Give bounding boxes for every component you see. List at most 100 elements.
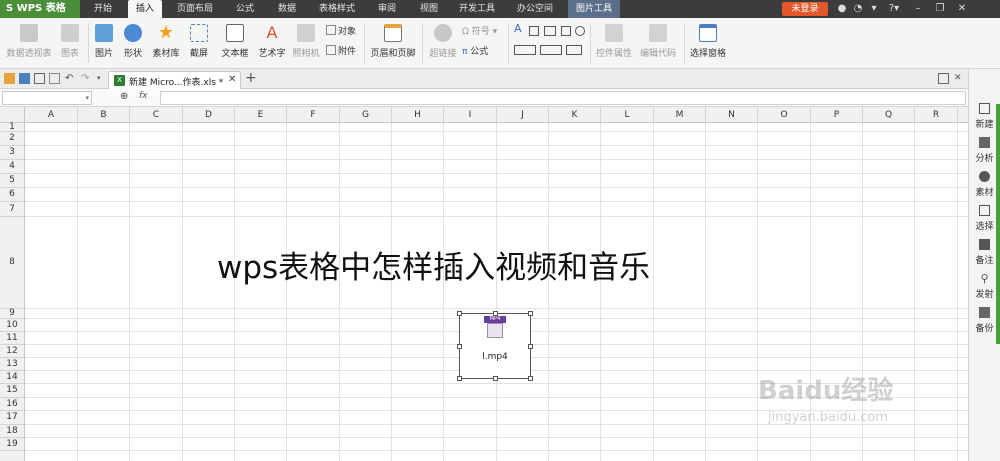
- form-scrollbar-icon[interactable]: [566, 45, 582, 55]
- close-tab-icon[interactable]: ✕: [228, 74, 236, 85]
- form-combobox-icon[interactable]: [540, 45, 562, 55]
- column-header[interactable]: R: [915, 107, 958, 123]
- column-header[interactable]: D: [183, 107, 235, 123]
- column-header[interactable]: B: [78, 107, 130, 123]
- tab-close-all-icon[interactable]: ✕: [954, 73, 965, 84]
- form-listbox-icon[interactable]: [514, 45, 536, 55]
- library-button[interactable]: ★ 素材库: [150, 22, 182, 64]
- row-header[interactable]: 5: [0, 174, 24, 188]
- feedback-icon[interactable]: ◔: [852, 3, 864, 15]
- close-icon[interactable]: ✕: [956, 3, 968, 15]
- formula-button[interactable]: π 公式: [462, 45, 488, 59]
- form-checkbox-icon[interactable]: [561, 26, 571, 36]
- column-header[interactable]: J: [497, 107, 549, 123]
- row-header[interactable]: 16: [0, 398, 24, 411]
- pivot-table-button[interactable]: 数据透视表: [4, 22, 54, 64]
- skin-icon[interactable]: ●: [836, 3, 848, 15]
- tab-formulas[interactable]: 公式: [228, 0, 262, 18]
- picture-button[interactable]: 图片: [92, 22, 116, 64]
- save-icon[interactable]: [19, 73, 30, 84]
- column-header[interactable]: Q: [863, 107, 915, 123]
- form-button-icon[interactable]: [529, 26, 539, 36]
- row-header[interactable]: 2: [0, 132, 24, 146]
- tab-developer[interactable]: 开发工具: [452, 0, 502, 18]
- row-header[interactable]: 11: [0, 332, 24, 345]
- row-header[interactable]: 8: [0, 217, 24, 309]
- redo-icon[interactable]: ↷: [81, 73, 92, 84]
- row-header[interactable]: 1: [0, 123, 24, 132]
- name-box[interactable]: ▾: [2, 91, 92, 105]
- column-header[interactable]: F: [287, 107, 340, 123]
- form-groupbox-icon[interactable]: [544, 26, 556, 36]
- resize-handle[interactable]: [457, 344, 462, 349]
- column-header[interactable]: H: [392, 107, 444, 123]
- row-header[interactable]: 18: [0, 425, 24, 438]
- header-footer-button[interactable]: 页眉和页脚: [368, 22, 418, 64]
- select-all-corner[interactable]: [0, 107, 25, 123]
- app-logo[interactable]: S WPS 表格: [0, 0, 80, 18]
- column-header[interactable]: N: [706, 107, 758, 123]
- row-header[interactable]: 4: [0, 160, 24, 174]
- minimize-icon[interactable]: –: [912, 3, 924, 15]
- column-header[interactable]: G: [340, 107, 392, 123]
- chart-button[interactable]: 图表: [56, 22, 84, 64]
- column-header[interactable]: K: [549, 107, 601, 123]
- chevron-down-icon[interactable]: ▾: [85, 92, 89, 104]
- shirt-icon[interactable]: ▾: [868, 3, 880, 15]
- document-tab[interactable]: X 新建 Micro...作表.xls * ✕: [108, 71, 241, 89]
- zoom-icon[interactable]: ⊕: [120, 91, 128, 102]
- undo-icon[interactable]: ↶: [65, 73, 76, 84]
- embedded-video-object[interactable]: MP4 l.mp4: [457, 311, 533, 381]
- row-header[interactable]: 10: [0, 319, 24, 332]
- print-icon[interactable]: [34, 73, 45, 84]
- row-header[interactable]: 3: [0, 146, 24, 160]
- control-properties-button[interactable]: 控件属性: [594, 22, 634, 64]
- form-radio-icon[interactable]: [575, 26, 585, 36]
- row-header[interactable]: 15: [0, 384, 24, 398]
- resize-handle[interactable]: [528, 344, 533, 349]
- column-header[interactable]: M: [654, 107, 706, 123]
- resize-handle[interactable]: [457, 376, 462, 381]
- open-folder-icon[interactable]: [4, 73, 15, 84]
- resize-handle[interactable]: [457, 311, 462, 316]
- tab-restore-icon[interactable]: [938, 73, 949, 84]
- textbox-button[interactable]: 文本框: [216, 22, 254, 64]
- tab-table-style[interactable]: 表格样式: [312, 0, 362, 18]
- tab-insert[interactable]: 插入: [128, 0, 162, 18]
- tab-page-layout[interactable]: 页面布局: [170, 0, 220, 18]
- column-header[interactable]: P: [811, 107, 863, 123]
- row-header[interactable]: 17: [0, 411, 24, 425]
- row-header[interactable]: 9: [0, 309, 24, 319]
- column-header[interactable]: I: [444, 107, 497, 123]
- column-header[interactable]: L: [601, 107, 654, 123]
- resize-handle[interactable]: [528, 311, 533, 316]
- row-header[interactable]: 19: [0, 438, 24, 451]
- new-tab-icon[interactable]: +: [245, 70, 257, 86]
- shapes-button[interactable]: 形状: [118, 22, 148, 64]
- help-icon[interactable]: ?▾: [884, 3, 904, 15]
- tab-picture-tools[interactable]: 图片工具: [568, 0, 620, 18]
- row-header[interactable]: 13: [0, 358, 24, 371]
- resize-handle[interactable]: [493, 311, 498, 316]
- tab-view[interactable]: 视图: [412, 0, 446, 18]
- row-header[interactable]: 12: [0, 345, 24, 358]
- column-header[interactable]: O: [758, 107, 811, 123]
- row-header[interactable]: 7: [0, 202, 24, 217]
- attachment-button[interactable]: 附件: [326, 45, 356, 59]
- restore-icon[interactable]: ❐: [934, 3, 946, 15]
- camera-button[interactable]: 照相机: [290, 22, 322, 64]
- tab-review[interactable]: 审阅: [370, 0, 404, 18]
- hyperlink-button[interactable]: 超链接: [426, 22, 460, 64]
- tab-home[interactable]: 开始: [84, 0, 122, 18]
- form-label-icon[interactable]: A: [514, 22, 522, 36]
- fx-icon[interactable]: fx: [139, 91, 148, 101]
- column-header[interactable]: A: [25, 107, 78, 123]
- column-header[interactable]: C: [130, 107, 183, 123]
- quick-access-dropdown-icon[interactable]: ▾: [97, 73, 108, 84]
- resize-handle[interactable]: [528, 376, 533, 381]
- column-header[interactable]: E: [235, 107, 287, 123]
- row-header[interactable]: 6: [0, 188, 24, 202]
- screenshot-button[interactable]: 截屏: [184, 22, 214, 64]
- tab-data[interactable]: 数据: [270, 0, 304, 18]
- symbol-button[interactable]: Ω 符号 ▾: [462, 25, 497, 39]
